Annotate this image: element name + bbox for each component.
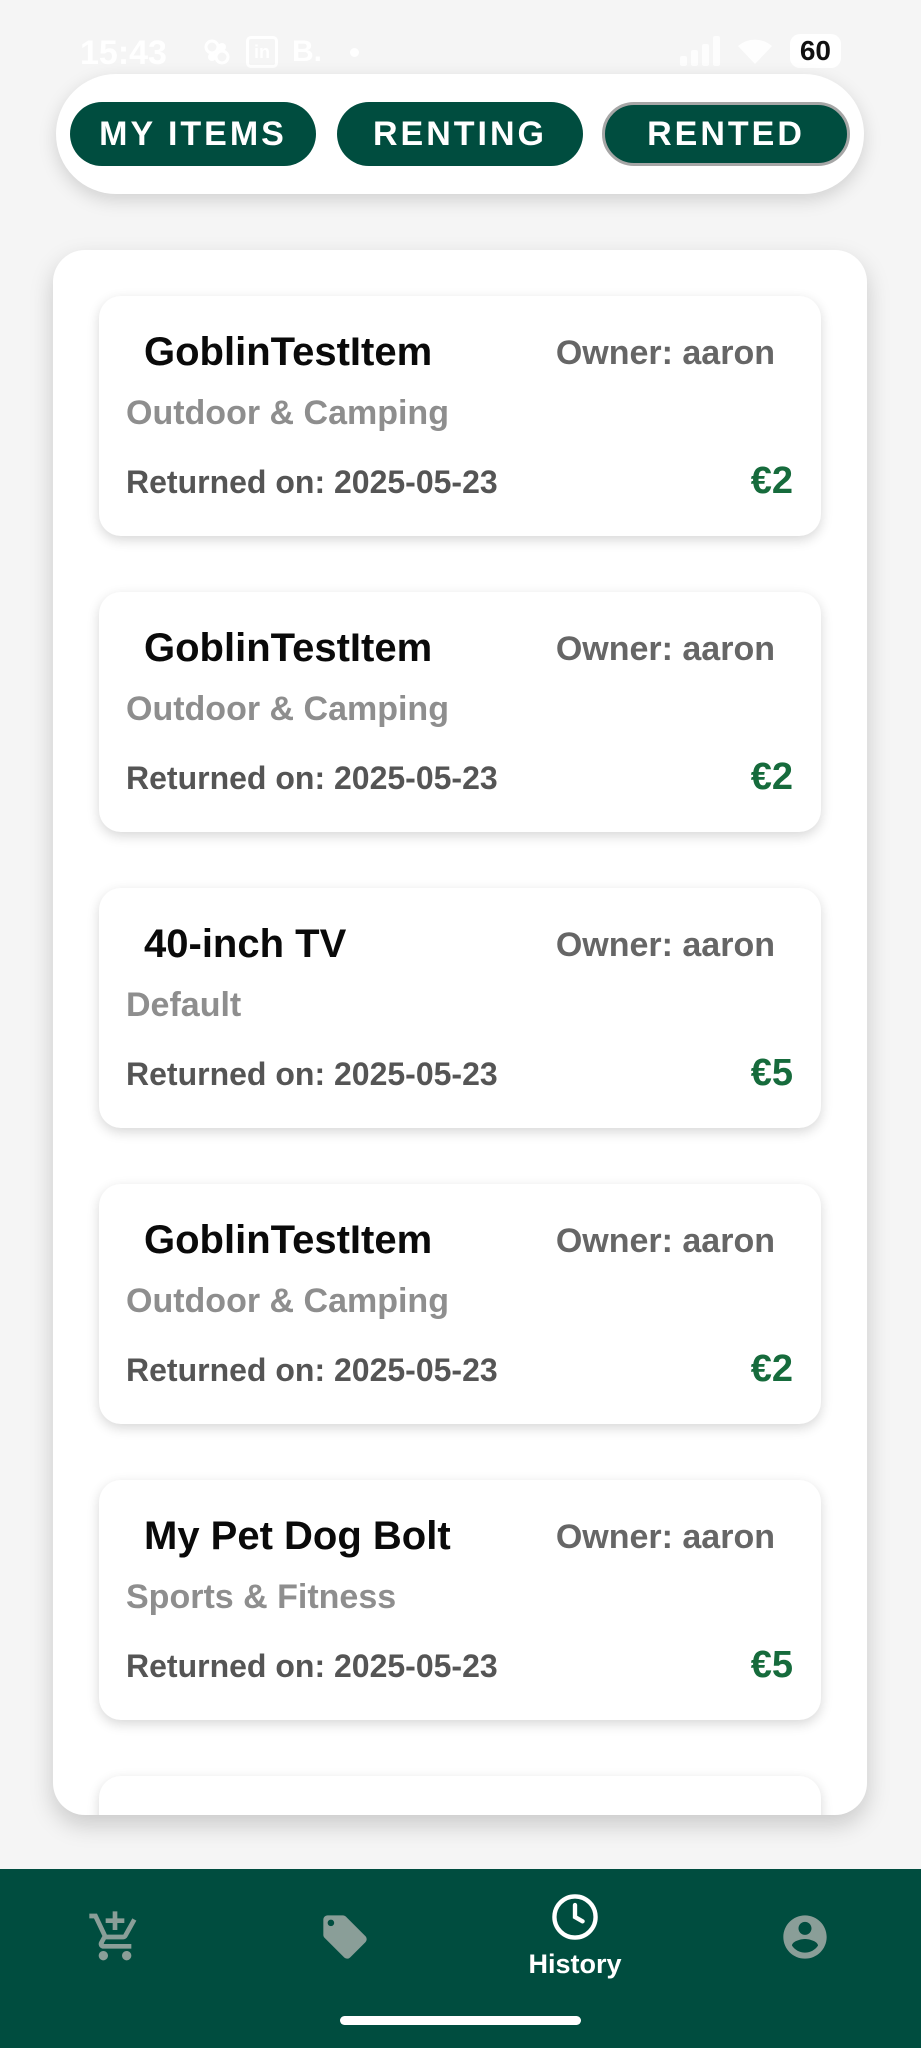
clock-icon: [552, 1894, 598, 1940]
nav-add-cart[interactable]: [0, 1869, 230, 2048]
item-returned-date: Returned on: 2025-05-23: [126, 1352, 498, 1388]
tab-my-items[interactable]: MY ITEMS: [70, 102, 316, 166]
nav-history-label: History: [528, 1949, 622, 1979]
item-category: Outdoor & Camping: [126, 394, 449, 432]
rental-card[interactable]: GoblinTestItem Owner: aaron Outdoor & Ca…: [99, 592, 821, 832]
tab-rented[interactable]: RENTED: [602, 102, 850, 166]
item-price: €5: [750, 1052, 793, 1094]
linkedin-icon: in: [246, 36, 278, 68]
item-name: 40-inch TV: [144, 922, 347, 966]
wifi-icon: [737, 39, 772, 64]
item-owner: Owner: aaron: [555, 630, 775, 668]
rental-card[interactable]: 40-inch TV Owner: aaron Default Returned…: [99, 888, 821, 1128]
item-owner: Owner: aaron: [555, 1518, 775, 1556]
home-indicator[interactable]: [340, 2016, 581, 2025]
notification-dot-icon: [350, 47, 359, 57]
item-returned-date: Returned on: 2025-05-23: [126, 1056, 498, 1092]
nav-account[interactable]: [690, 1869, 920, 2048]
status-icons-right: 60: [679, 34, 841, 68]
item-name: My Pet Dog Bolt: [144, 1514, 451, 1558]
item-owner: Owner: aaron: [555, 926, 775, 964]
status-icons-left: in B.: [80, 34, 359, 70]
item-category: Outdoor & Camping: [126, 1282, 449, 1320]
tab-bar: MY ITEMS RENTING RENTED: [56, 74, 864, 194]
item-name: GoblinTestItem: [144, 1218, 433, 1262]
item-price: €2: [750, 460, 793, 502]
rental-card[interactable]: GoblinTestItem Owner: aaron Outdoor & Ca…: [99, 296, 821, 536]
signal-icon: [679, 36, 720, 66]
rental-card[interactable]: My Pet Dog Bolt Owner: aaron Sports & Fi…: [99, 1480, 821, 1720]
item-name: GoblinTestItem: [144, 330, 433, 374]
item-category: Default: [126, 986, 242, 1024]
b-icon: B.: [292, 35, 322, 68]
item-owner: Owner: aaron: [555, 1222, 775, 1260]
item-name: GoblinTestItem: [144, 626, 433, 670]
item-returned-date: Returned on: 2025-05-23: [126, 1648, 498, 1684]
rental-card[interactable]: GoblinTestItem Owner: aaron Outdoor & Ca…: [99, 1184, 821, 1424]
rental-card-partial[interactable]: [99, 1776, 821, 1815]
rental-history-list[interactable]: GoblinTestItem Owner: aaron Outdoor & Ca…: [53, 250, 867, 1815]
item-category: Sports & Fitness: [126, 1578, 397, 1616]
item-price: €2: [750, 1348, 793, 1390]
item-returned-date: Returned on: 2025-05-23: [126, 464, 498, 500]
tag-icon: [323, 1915, 367, 1959]
tab-renting[interactable]: RENTING: [337, 102, 583, 166]
item-returned-date: Returned on: 2025-05-23: [126, 760, 498, 796]
account-icon: [783, 1915, 827, 1959]
item-owner: Owner: aaron: [555, 334, 775, 372]
pinwheel-icon: [204, 39, 230, 65]
item-price: €2: [750, 756, 793, 798]
battery-icon: 60: [789, 34, 841, 68]
item-price: €5: [750, 1644, 793, 1686]
item-category: Outdoor & Camping: [126, 690, 449, 728]
add-cart-icon: [89, 1911, 137, 1961]
